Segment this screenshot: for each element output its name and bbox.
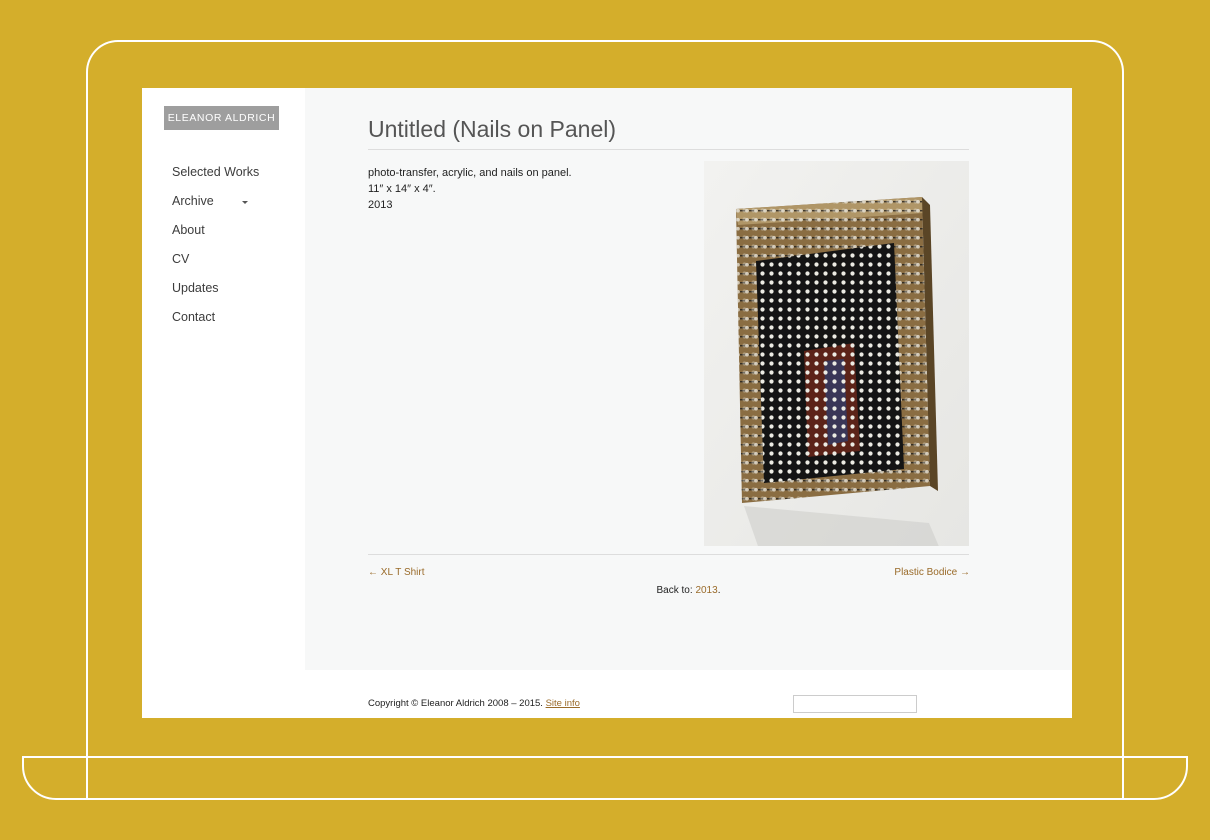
artwork-year: 2013 — [368, 199, 393, 211]
nav-item-label: CV — [172, 251, 190, 266]
prev-work-link[interactable]: ← XL T Shirt — [368, 567, 425, 578]
site-info-link[interactable]: Site info — [546, 698, 580, 709]
nav-item-label: About — [172, 222, 205, 237]
site-logo[interactable]: ELEANOR ALDRICH — [164, 106, 279, 130]
chevron-down-icon[interactable] — [241, 200, 248, 204]
nav-item-selected-works[interactable]: Selected Works — [172, 157, 259, 186]
next-work-link[interactable]: Plastic Bodice → — [894, 567, 970, 578]
laptop-base-frame — [22, 756, 1188, 800]
artwork-medium: photo-transfer, acrylic, and nails on pa… — [368, 167, 572, 179]
nav-item-archive[interactable]: Archive — [172, 186, 259, 215]
site-footer: Copyright © Eleanor Aldrich 2008 – 2015.… — [142, 670, 1072, 718]
artwork-dimensions: 11″ x 14″ x 4″. — [368, 183, 436, 195]
main-content: Untitled (Nails on Panel) photo-transfer… — [305, 88, 1072, 670]
artwork-photo — [704, 161, 969, 546]
nav-item-label: Archive — [172, 193, 214, 208]
page-title: Untitled (Nails on Panel) — [368, 116, 617, 142]
nav-item-label: Selected Works — [172, 164, 260, 179]
artwork-details: photo-transfer, acrylic, and nails on pa… — [368, 165, 572, 213]
back-to-line: Back to: 2013. — [305, 585, 1072, 596]
back-to-label: Back to: — [656, 585, 693, 596]
back-to-suffix: . — [717, 585, 721, 596]
back-to-year-link[interactable]: 2013 — [695, 585, 717, 596]
title-divider — [368, 149, 969, 150]
copyright-text: Copyright © Eleanor Aldrich 2008 – 2015.… — [368, 698, 580, 709]
main-nav: Selected Works Archive About CV Updates … — [172, 157, 259, 331]
browser-viewport: ELEANOR ALDRICH Selected Works Archive A… — [142, 88, 1072, 718]
sidebar: ELEANOR ALDRICH Selected Works Archive A… — [142, 88, 305, 670]
copyright-label: Copyright © Eleanor Aldrich 2008 – 2015. — [368, 698, 543, 709]
nav-item-label: Updates — [172, 280, 219, 295]
nav-item-label: Contact — [172, 309, 216, 324]
nav-item-about[interactable]: About — [172, 215, 259, 244]
search-input[interactable] — [793, 695, 917, 713]
pagination-divider — [368, 554, 969, 555]
nav-item-updates[interactable]: Updates — [172, 273, 259, 302]
nav-item-cv[interactable]: CV — [172, 244, 259, 273]
nav-item-contact[interactable]: Contact — [172, 302, 259, 331]
artwork-image[interactable] — [704, 161, 969, 546]
